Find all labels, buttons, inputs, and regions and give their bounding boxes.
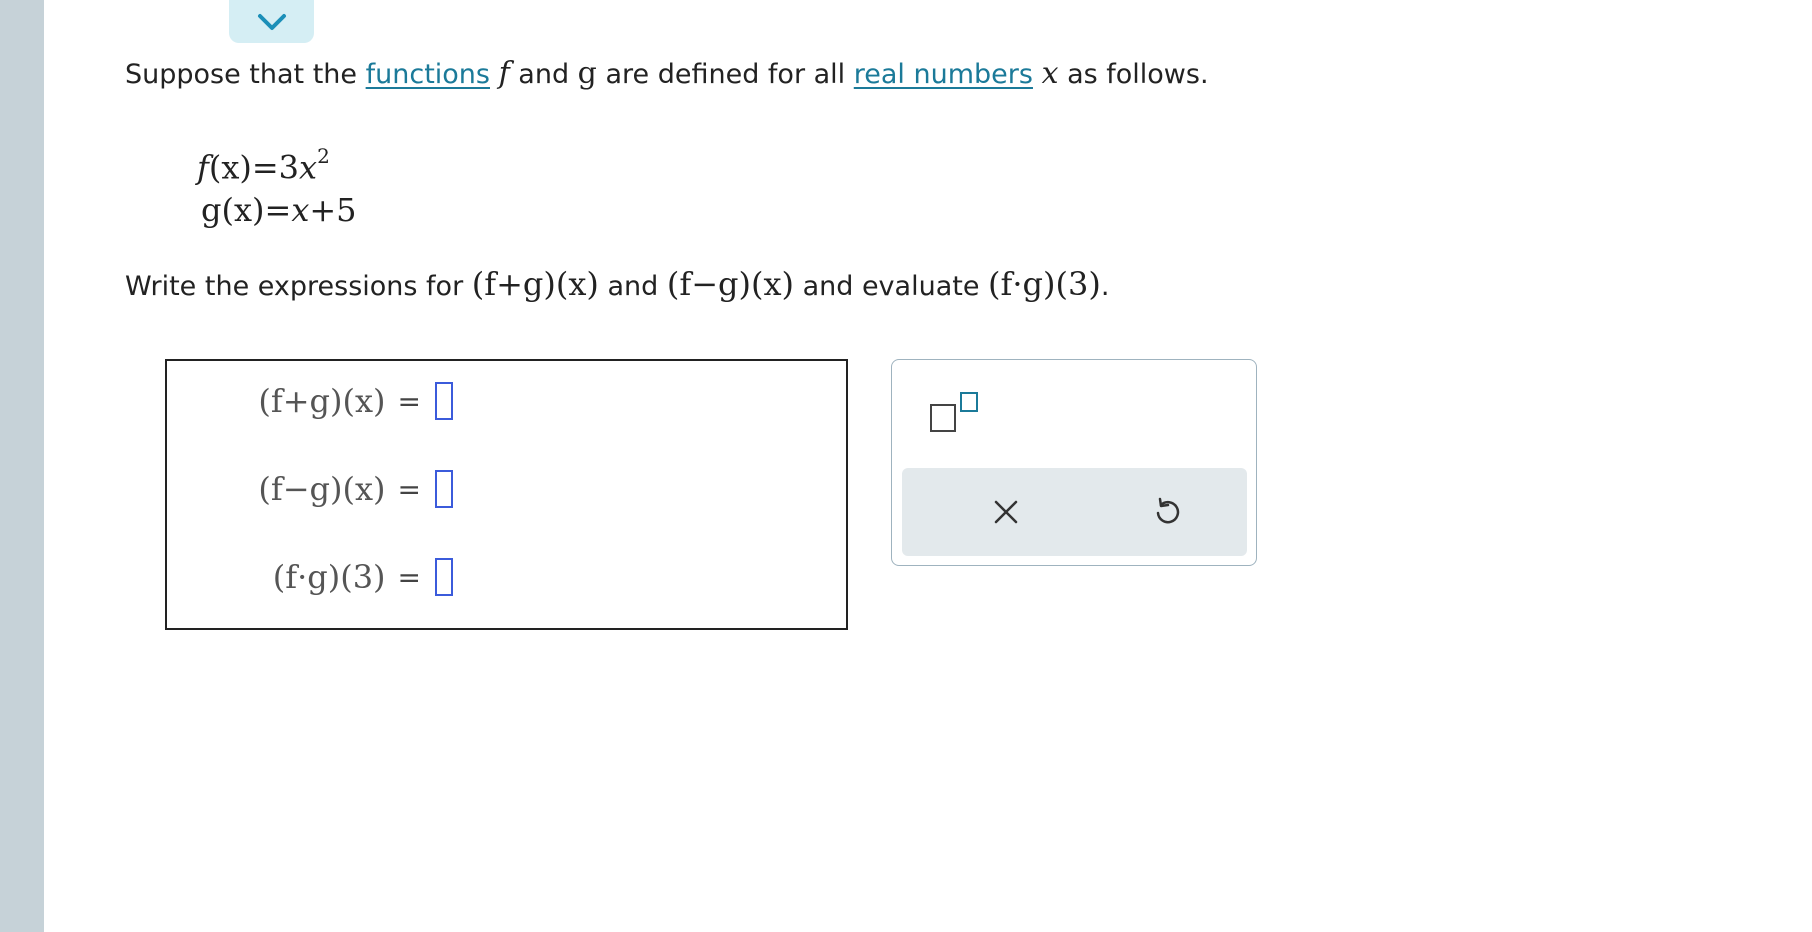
intro-text: and — [509, 59, 578, 90]
answer-row-prod: (f·g)(3) = — [273, 558, 453, 596]
exponent-superscript-icon — [960, 392, 978, 412]
var-f: f — [498, 56, 510, 91]
toolbox-action-bar — [902, 468, 1247, 556]
chevron-down-icon — [257, 13, 286, 30]
functions-link[interactable]: functions — [366, 59, 490, 90]
g-equals: = — [264, 191, 292, 229]
f-name: f — [197, 148, 209, 187]
task-text: and evaluate — [793, 271, 989, 302]
close-icon — [994, 500, 1018, 524]
g-definition: g(x)=x+5 — [201, 190, 357, 230]
var-g: g — [577, 56, 597, 91]
undo-icon — [1156, 497, 1180, 524]
answer-input-sum[interactable] — [435, 382, 453, 420]
f-arg: (x) — [208, 148, 252, 187]
g-name: g — [201, 191, 222, 229]
task-instructions: Write the expressions for (f+g)(x) and (… — [125, 264, 1109, 307]
f-var: x — [299, 148, 318, 187]
intro-text: as follows. — [1058, 59, 1209, 90]
equals-sign: = — [397, 384, 421, 418]
problem-intro: Suppose that the functions f and g are d… — [125, 56, 1209, 93]
g-var: x — [291, 191, 310, 229]
intro-text: Suppose that the — [125, 59, 366, 90]
answer-row-diff: (f−g)(x) = — [258, 470, 453, 508]
f-rhs: =3 — [251, 148, 300, 187]
exponent-button[interactable] — [930, 392, 978, 432]
task-text: and — [598, 271, 667, 302]
task-expr-diff: (f−g)(x) — [666, 265, 794, 303]
answer-input-prod[interactable] — [435, 558, 453, 596]
answer-label-prod: (f·g)(3) — [272, 558, 386, 596]
f-definition: f(x)=3x2 — [197, 140, 330, 188]
undo-button[interactable] — [1141, 486, 1193, 538]
intro-text: are defined for all — [596, 59, 854, 90]
equals-sign: = — [397, 560, 421, 594]
answer-row-sum: (f+g)(x) = — [258, 382, 453, 420]
var-x: x — [1041, 56, 1059, 91]
math-toolbox — [891, 359, 1257, 566]
f-exponent: 2 — [317, 144, 330, 168]
clear-button[interactable] — [980, 486, 1032, 538]
equals-sign: = — [397, 472, 421, 506]
answer-box: (f+g)(x) = (f−g)(x) = (f·g)(3) = — [165, 359, 848, 630]
real-numbers-link[interactable]: real numbers — [854, 59, 1033, 90]
task-expr-prod: (f·g)(3) — [988, 265, 1101, 303]
task-text: Write the expressions for — [125, 271, 472, 302]
exponent-template-icon — [930, 404, 956, 432]
task-expr-sum: (f+g)(x) — [471, 265, 599, 303]
answer-label-diff: (f−g)(x) — [258, 470, 386, 508]
collapse-button[interactable] — [229, 0, 314, 43]
g-arg: (x) — [221, 191, 265, 229]
task-text: . — [1100, 271, 1110, 302]
g-rhs: +5 — [309, 191, 357, 229]
answer-input-diff[interactable] — [435, 470, 453, 508]
answer-label-sum: (f+g)(x) — [258, 382, 386, 420]
left-rail — [0, 0, 44, 932]
